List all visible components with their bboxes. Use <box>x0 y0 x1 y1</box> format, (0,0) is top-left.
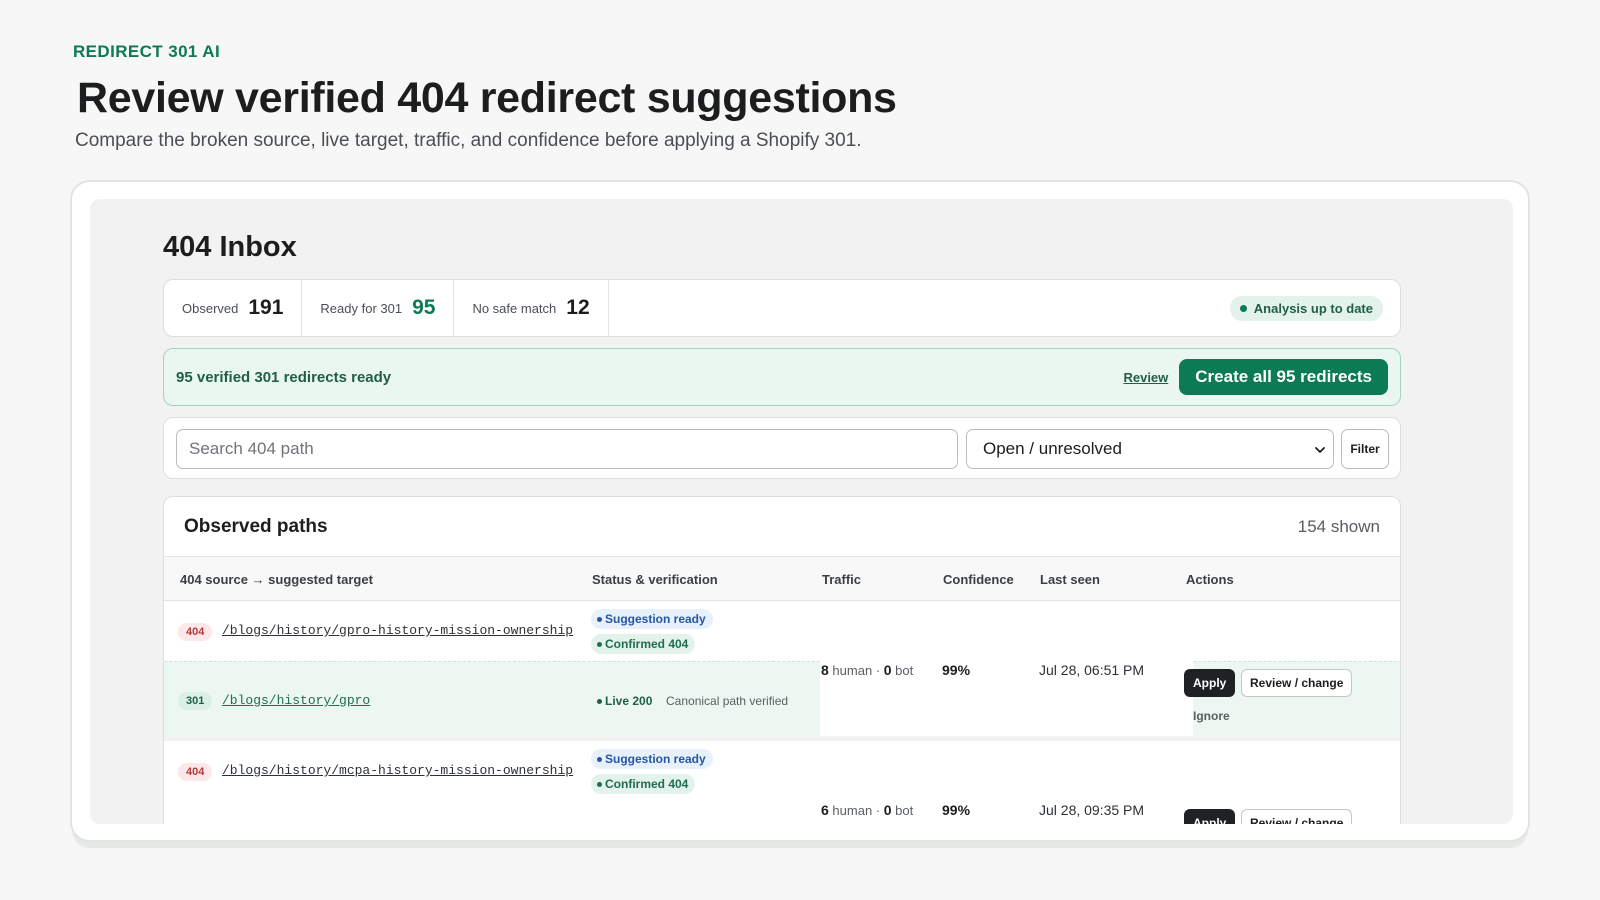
search-input[interactable] <box>176 429 958 469</box>
stat-ready: Ready for 301 95 <box>302 280 455 336</box>
app-eyebrow: REDIRECT 301 AI <box>73 42 221 61</box>
human-count: 8 <box>821 662 829 678</box>
review-change-button[interactable]: Review / change <box>1241 669 1353 697</box>
analysis-status-text: Analysis up to date <box>1253 300 1373 316</box>
chevron-down-icon <box>1315 447 1325 453</box>
stats-bar: Observed 191 Ready for 301 95 No safe ma… <box>163 279 1401 337</box>
column-header-last-seen: Last seen <box>1040 572 1100 587</box>
column-header-source: 404 source → suggested target <box>180 572 373 587</box>
source-path-link[interactable]: /blogs/history/mcpa-history-mission-owne… <box>222 763 573 778</box>
status-dot-icon <box>1239 304 1247 312</box>
column-header-traffic: Traffic <box>822 572 862 587</box>
human-label: human <box>832 803 873 818</box>
confirmed-404-badge: Confirmed 404 <box>591 774 696 794</box>
app-frame: 404 Inbox Observed 191 Ready for 301 95 … <box>70 180 1530 842</box>
stat-value: 12 <box>566 296 590 319</box>
apply-button[interactable]: Apply <box>1184 809 1236 824</box>
source-path-link[interactable]: /blogs/history/gpro-history-mission-owne… <box>222 623 573 638</box>
live-200-badge: Live 200 <box>591 691 659 711</box>
status-select-value: Open / unresolved <box>983 439 1122 458</box>
suggestion-ready-badge: Suggestion ready <box>591 749 713 769</box>
column-header-confidence: Confidence <box>943 572 1014 587</box>
last-seen-value: Jul 28, 09:35 PM <box>1039 802 1145 818</box>
stat-label: No safe match <box>472 300 557 316</box>
create-all-redirects-button[interactable]: Create all 95 redirects <box>1179 359 1388 395</box>
column-headers: 404 source → suggested target Status & v… <box>164 557 1400 601</box>
status-code-badge: 404 <box>178 623 213 641</box>
observed-paths-table: Observed paths 154 shown 404 source → su… <box>163 496 1401 824</box>
banner-review-link[interactable]: Review <box>1123 370 1168 385</box>
review-change-button[interactable]: Review / change <box>1241 809 1353 824</box>
target-row: 301 /blogs/history/gpro Live 200 Canonic… <box>164 661 820 736</box>
page-subtitle: Compare the broken source, live target, … <box>75 130 862 151</box>
status-code-badge: 404 <box>178 763 213 781</box>
ignore-button[interactable]: Ignore <box>1193 709 1230 723</box>
stat-value: 191 <box>248 296 284 319</box>
table-row: 404 /blogs/history/gpro-history-mission-… <box>164 601 1400 741</box>
source-row: 404 /blogs/history/gpro-history-mission-… <box>164 601 1400 661</box>
human-label: human <box>832 663 873 678</box>
bot-count: 0 <box>883 662 892 678</box>
traffic-cell: 6 human · 0 bot <box>821 802 914 818</box>
bot-label: bot <box>895 803 914 818</box>
source-row: 404 /blogs/history/mcpa-history-mission-… <box>164 741 1400 801</box>
table-count: 154 shown <box>1297 516 1380 536</box>
stat-no-match: No safe match 12 <box>454 280 609 336</box>
suggestion-ready-badge: Suggestion ready <box>591 609 713 629</box>
stat-label: Ready for 301 <box>320 300 403 316</box>
apply-button[interactable]: Apply <box>1184 669 1236 697</box>
column-header-actions: Actions <box>1186 572 1234 587</box>
target-path-link[interactable]: /blogs/history/gpro <box>222 693 370 708</box>
stat-value: 95 <box>412 296 436 319</box>
verification-note: Canonical path verified <box>666 694 789 708</box>
confidence-value: 99% <box>942 662 971 678</box>
stat-observed: Observed 191 <box>164 280 303 336</box>
confidence-value: 99% <box>942 802 971 818</box>
filter-button[interactable]: Filter <box>1341 429 1389 469</box>
analysis-status-badge: Analysis up to date <box>1229 295 1383 321</box>
page-title: Review verified 404 redirect suggestions <box>77 74 897 122</box>
table-header: Observed paths 154 shown <box>164 497 1400 557</box>
filter-bar: Open / unresolved Filter <box>163 417 1401 479</box>
status-select[interactable]: Open / unresolved <box>966 429 1334 469</box>
status-code-badge: 301 <box>178 692 213 710</box>
bot-label: bot <box>895 663 914 678</box>
stat-label: Observed <box>182 300 239 316</box>
app-viewport[interactable]: 404 Inbox Observed 191 Ready for 301 95 … <box>90 199 1513 824</box>
column-header-status: Status & verification <box>592 572 718 587</box>
last-seen-value: Jul 28, 06:51 PM <box>1039 662 1145 678</box>
table-row: 404 /blogs/history/mcpa-history-mission-… <box>164 741 1400 824</box>
confirmed-404-badge: Confirmed 404 <box>591 634 696 654</box>
traffic-cell: 8 human · 0 bot <box>821 662 914 678</box>
banner-text: 95 verified 301 redirects ready <box>176 368 392 386</box>
bot-count: 0 <box>883 802 892 818</box>
human-count: 6 <box>821 802 829 818</box>
table-title: Observed paths <box>184 515 328 537</box>
inbox-title: 404 Inbox <box>163 231 297 263</box>
ready-banner: 95 verified 301 redirects ready Review C… <box>163 348 1401 406</box>
